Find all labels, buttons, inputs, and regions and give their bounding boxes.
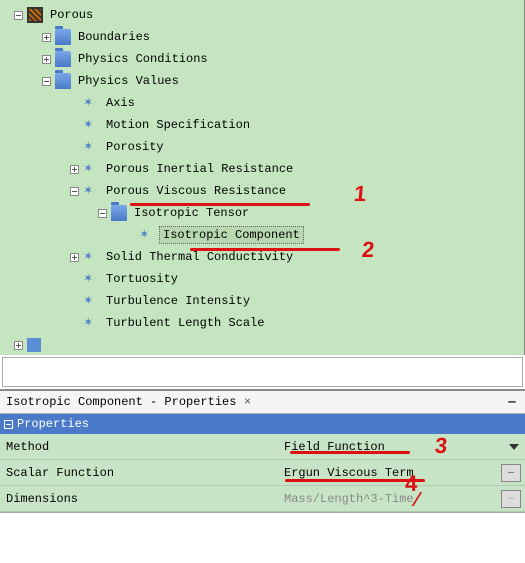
prop-val-scalar[interactable]: Ergun Viscous Term …: [280, 464, 525, 482]
close-icon[interactable]: ×: [240, 395, 254, 409]
properties-group-header[interactable]: Properties: [0, 414, 525, 434]
item-icon: [27, 338, 41, 352]
browse-button[interactable]: …: [501, 490, 521, 508]
function-icon: [83, 183, 99, 199]
function-icon: [83, 161, 99, 177]
prop-row-method[interactable]: Method Field Function: [0, 434, 525, 460]
function-icon: [83, 95, 99, 111]
node-porous-viscous[interactable]: Porous Viscous Resistance: [0, 180, 524, 202]
collapse-icon[interactable]: [4, 420, 13, 429]
node-solid-thermal[interactable]: Solid Thermal Conductivity: [0, 246, 524, 268]
node-turb-length[interactable]: Turbulent Length Scale: [0, 312, 524, 334]
node-label: Turbulence Intensity: [103, 293, 253, 309]
prop-val-text: Field Function: [284, 440, 385, 454]
node-label: Axis: [103, 95, 138, 111]
node-label: Porous Viscous Resistance: [103, 183, 289, 199]
filter-input-stub[interactable]: [2, 357, 523, 387]
expand-icon[interactable]: [14, 341, 23, 350]
collapse-icon[interactable]: [14, 11, 23, 20]
prop-val-text: Ergun Viscous Term: [284, 466, 414, 480]
prop-key: Dimensions: [0, 492, 280, 506]
browse-button[interactable]: …: [501, 464, 521, 482]
folder-icon: [111, 205, 127, 221]
region-icon: [27, 7, 43, 23]
function-icon: [83, 315, 99, 331]
node-next-hidden[interactable]: [0, 334, 524, 355]
node-label: Boundaries: [75, 29, 153, 45]
model-tree-panel[interactable]: Porous Boundaries Physics Conditions Phy…: [0, 0, 525, 355]
folder-icon: [55, 73, 71, 89]
node-label: Porous: [47, 7, 96, 23]
node-physics-conditions[interactable]: Physics Conditions: [0, 48, 524, 70]
prop-val-method[interactable]: Field Function: [280, 440, 525, 454]
prop-key: Method: [0, 440, 280, 454]
expand-icon[interactable]: [70, 253, 79, 262]
prop-row-dimensions[interactable]: Dimensions Mass/Length^3-Time …: [0, 486, 525, 512]
node-turb-intensity[interactable]: Turbulence Intensity: [0, 290, 524, 312]
chevron-down-icon[interactable]: [509, 444, 519, 450]
minimize-icon[interactable]: —: [505, 395, 519, 409]
node-label: Physics Values: [75, 73, 182, 89]
node-label: Solid Thermal Conductivity: [103, 249, 296, 265]
node-label: Physics Conditions: [75, 51, 211, 67]
group-label: Properties: [17, 417, 89, 431]
node-label: Motion Specification: [103, 117, 253, 133]
function-icon: [83, 117, 99, 133]
node-porous-inertial[interactable]: Porous Inertial Resistance: [0, 158, 524, 180]
function-icon: [139, 227, 155, 243]
node-porous[interactable]: Porous: [0, 4, 524, 26]
node-label-selected: Isotropic Component: [159, 226, 304, 244]
node-label: Porous Inertial Resistance: [103, 161, 296, 177]
properties-tab[interactable]: Isotropic Component - Properties × —: [0, 391, 525, 414]
panel-title: Isotropic Component - Properties: [6, 395, 236, 409]
node-label: Tortuosity: [103, 271, 181, 287]
properties-panel: Isotropic Component - Properties × — Pro…: [0, 389, 525, 536]
expand-icon[interactable]: [42, 33, 51, 42]
panel-footer: [0, 512, 525, 536]
function-icon: [83, 271, 99, 287]
prop-val-dimensions[interactable]: Mass/Length^3-Time …: [280, 490, 525, 508]
node-porosity[interactable]: Porosity: [0, 136, 524, 158]
node-label: Porosity: [103, 139, 167, 155]
folder-icon: [55, 51, 71, 67]
prop-val-text: Mass/Length^3-Time: [284, 492, 414, 506]
folder-icon: [55, 29, 71, 45]
node-isotropic-component[interactable]: Isotropic Component: [0, 224, 524, 246]
node-label: Isotropic Tensor: [131, 205, 252, 221]
node-tortuosity[interactable]: Tortuosity: [0, 268, 524, 290]
prop-key: Scalar Function: [0, 466, 280, 480]
node-boundaries[interactable]: Boundaries: [0, 26, 524, 48]
collapse-icon[interactable]: [98, 209, 107, 218]
function-icon: [83, 249, 99, 265]
function-icon: [83, 139, 99, 155]
node-axis[interactable]: Axis: [0, 92, 524, 114]
node-motion[interactable]: Motion Specification: [0, 114, 524, 136]
prop-row-scalar[interactable]: Scalar Function Ergun Viscous Term …: [0, 460, 525, 486]
function-icon: [83, 293, 99, 309]
node-label: Turbulent Length Scale: [103, 315, 267, 331]
collapse-icon[interactable]: [70, 187, 79, 196]
node-physics-values[interactable]: Physics Values: [0, 70, 524, 92]
expand-icon[interactable]: [70, 165, 79, 174]
node-isotropic-tensor[interactable]: Isotropic Tensor: [0, 202, 524, 224]
collapse-icon[interactable]: [42, 77, 51, 86]
expand-icon[interactable]: [42, 55, 51, 64]
